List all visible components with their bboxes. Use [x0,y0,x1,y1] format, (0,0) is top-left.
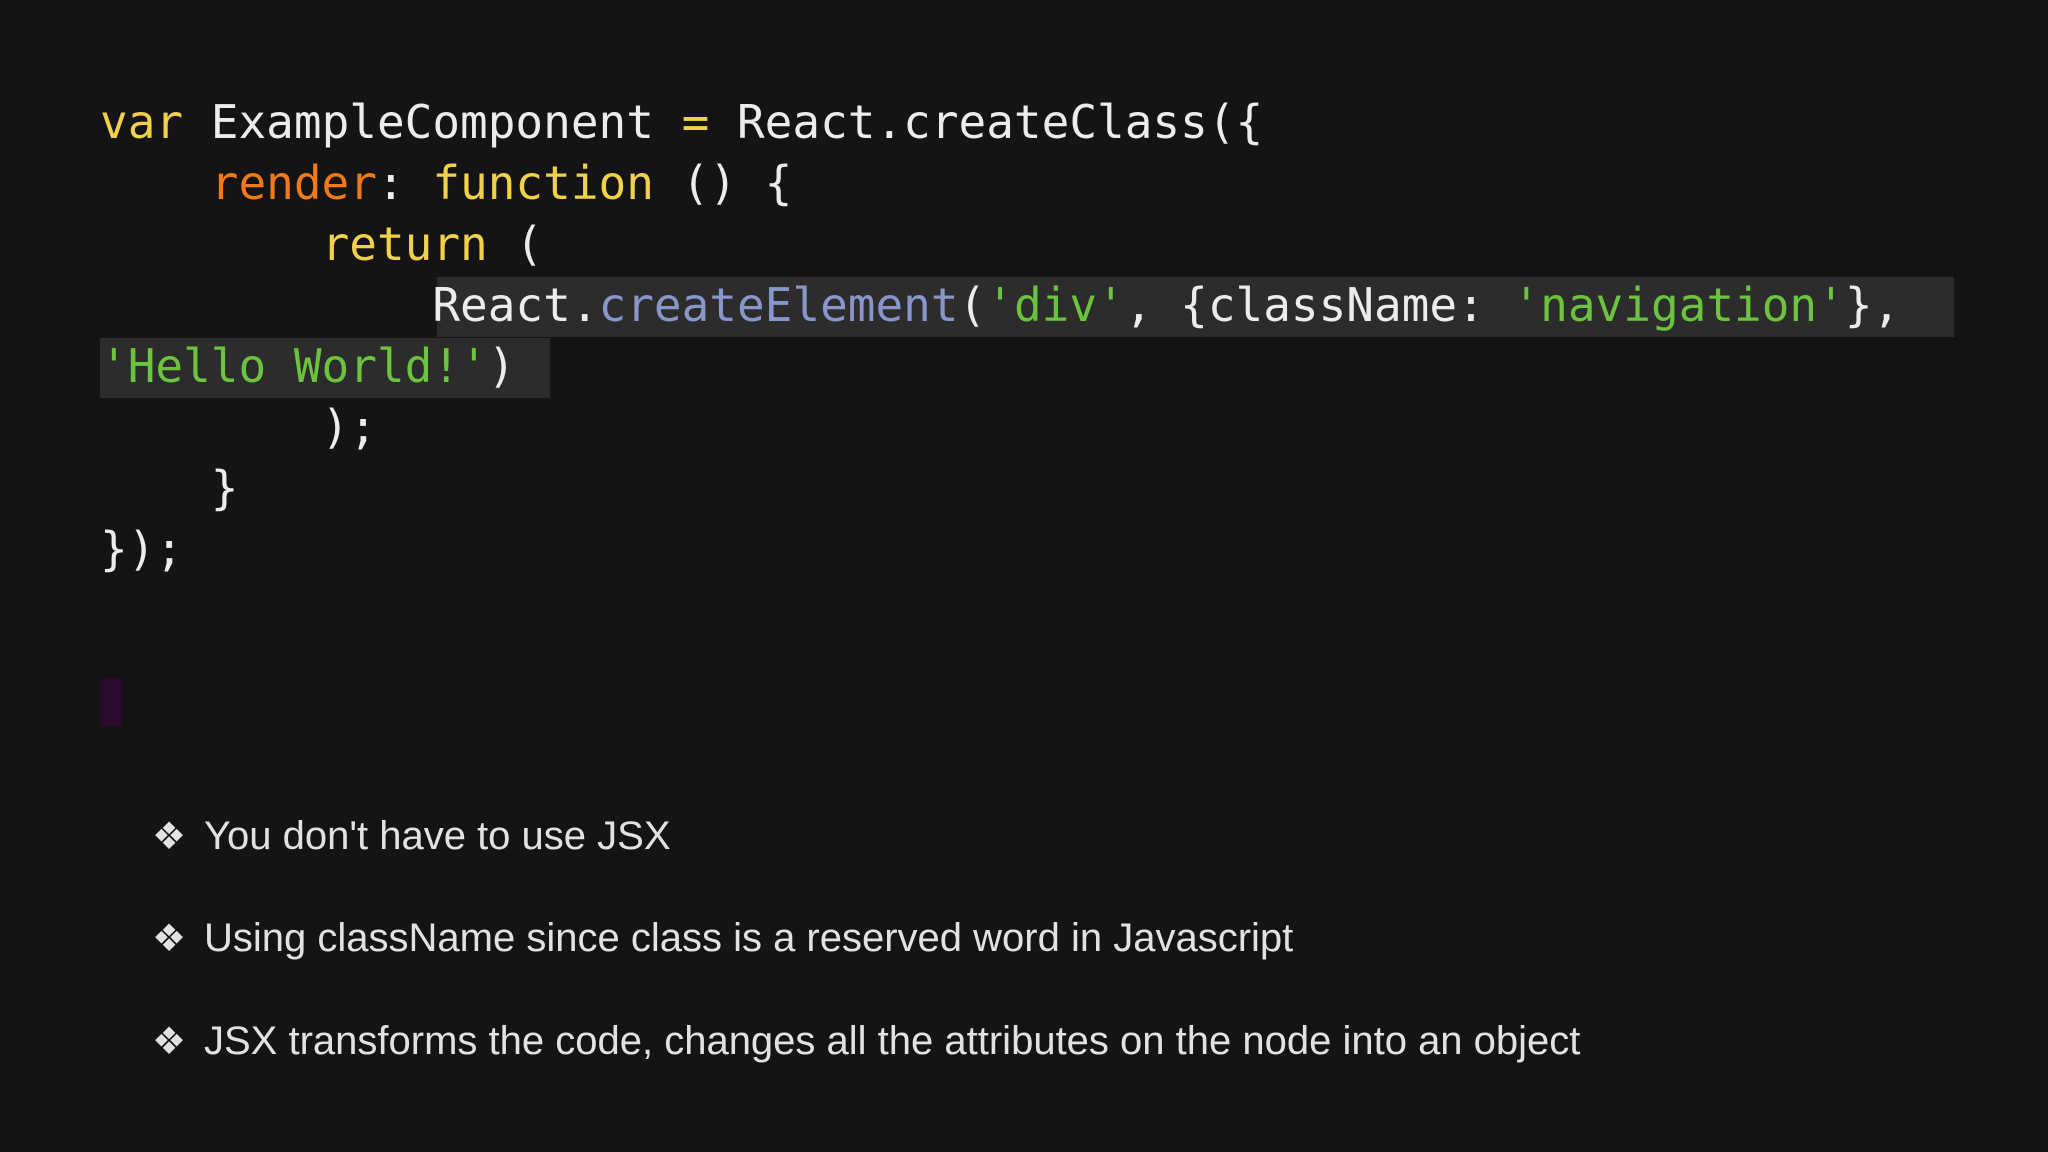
bullet-item: ❖ JSX transforms the code, changes all t… [152,1011,1580,1071]
keyword-var: var [100,95,184,149]
code-line-5: 'Hello World!') [100,336,1900,397]
string-navigation: 'navigation' [1512,278,1845,332]
component-name: ExampleComponent [183,95,682,149]
bullet-item: ❖ You don't have to use JSX [152,806,1580,866]
create-class-call: React.createClass({ [709,95,1264,149]
code-block: var ExampleComponent = React.createClass… [100,92,1900,580]
diamond-bullet-icon: ❖ [152,815,187,858]
bullet-item: ❖ Using className since class is a reser… [152,909,1580,969]
equals-sign: = [681,95,710,149]
create-element-method: createElement [598,278,959,332]
react-object: React. [432,278,599,332]
diamond-bullet-icon: ❖ [152,1020,187,1063]
text-cursor [100,678,122,726]
function-params: () { [653,156,793,210]
code-line-4: React.createElement('div', {className: '… [100,275,1900,336]
render-property: render [210,156,377,210]
open-paren: ( [958,278,987,332]
classname-key: , {className: [1124,278,1513,332]
bullet-text: Using className since class is a reserve… [204,916,1294,960]
colon: : [376,156,433,210]
slide: var ExampleComponent = React.createClass… [0,0,2048,1152]
bullet-list: ❖ You don't have to use JSX ❖ Using clas… [152,806,1580,1114]
keyword-function: function [432,156,654,210]
close-paren: ) [487,339,516,393]
code-line-3: return ( [100,214,1900,275]
code-line-8: }); [100,522,184,576]
code-line-2: render: function () { [100,153,1900,214]
string-hello-world: 'Hello World!' [100,339,488,393]
string-div: 'div' [986,278,1125,332]
close-brace: }, [1844,278,1901,332]
open-paren: ( [487,217,544,271]
keyword-return: return [321,217,488,271]
code-line-6: ); [100,400,377,454]
code-line-1: var ExampleComponent = React.createClass… [100,92,1900,153]
bullet-text: You don't have to use JSX [204,813,671,858]
code-line-7: } [100,461,239,515]
diamond-bullet-icon: ❖ [152,918,187,960]
bullet-text: JSX transforms the code, changes all the… [204,1018,1581,1063]
